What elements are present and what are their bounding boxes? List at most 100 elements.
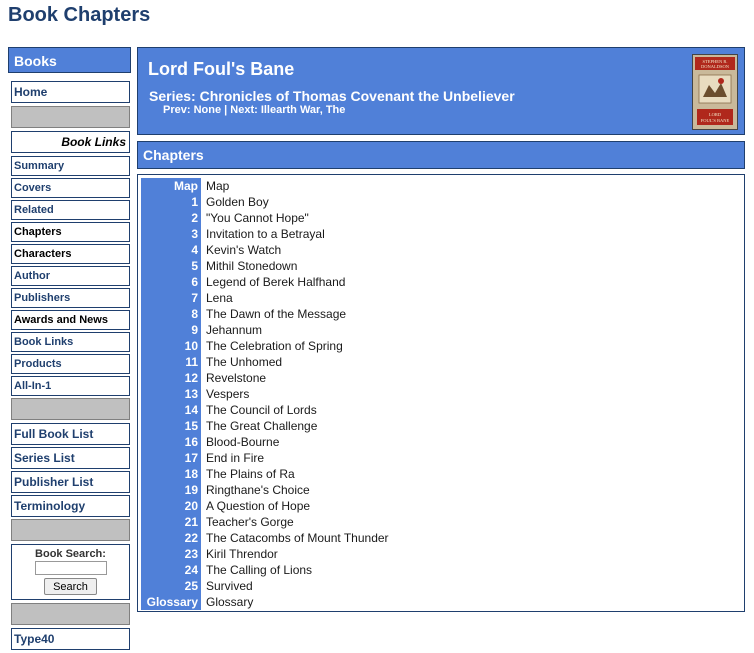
chapter-row: 14 The Council of Lords [141,402,741,418]
chapter-number: 10 [141,338,201,354]
chapter-number: 21 [141,514,201,530]
chapter-number: 20 [141,498,201,514]
chapter-number: 24 [141,562,201,578]
sidebar-link-full-book-list[interactable]: Full Book List [11,423,130,445]
prev-next-nav[interactable]: Prev: None | Next: Illearth War, The [163,104,345,116]
chapter-title: Teacher's Gorge [206,515,294,529]
sidebar-spacer [11,603,130,625]
chapter-row: Map Map [141,178,741,194]
chapter-row: 12 Revelstone [141,370,741,386]
chapter-title: Ringthane's Choice [206,483,310,497]
chapter-number: 6 [141,274,201,290]
chapter-title: The Calling of Lions [206,563,313,577]
series-link[interactable]: Series: Chronicles of Thomas Covenant th… [149,88,515,104]
chapter-number: 25 [141,578,201,594]
chapter-title: The Unhomed [206,355,283,369]
chapter-title: Legend of Berek Halfhand [206,275,346,289]
chapter-number: 12 [141,370,201,386]
sidebar-link-characters[interactable]: Characters [11,244,130,264]
chapter-number: 4 [141,242,201,258]
chapter-number: 15 [141,418,201,434]
chapter-title: Kiril Threndor [206,547,278,561]
chapter-row: 10 The Celebration of Spring [141,338,741,354]
chapter-title: Invitation to a Betrayal [206,227,325,241]
chapter-title: Survived [206,579,253,593]
sidebar-link-publisher-list[interactable]: Publisher List [11,471,130,493]
chapter-number: 8 [141,306,201,322]
chapter-row: 11 The Unhomed [141,354,741,370]
book-search-input[interactable] [34,561,107,575]
chapter-number: 22 [141,530,201,546]
chapter-title: Lena [206,291,233,305]
chapter-title: Blood-Bourne [206,435,280,449]
sidebar-link-chapters[interactable]: Chapters [11,222,130,242]
book-links-heading: Book Links [11,131,130,153]
chapter-title: Vespers [206,387,250,401]
sidebar-link-awards[interactable]: Awards and News [11,310,130,330]
chapter-number: 18 [141,466,201,482]
sidebar-link-products[interactable]: Products [11,354,130,374]
chapter-title: Map [206,179,230,193]
chapter-title: The Great Challenge [206,419,318,433]
sidebar-link-home[interactable]: Home [11,81,130,103]
chapter-row: 1 Golden Boy [141,194,741,210]
chapter-row: 3 Invitation to a Betrayal [141,226,741,242]
chapter-number: 23 [141,546,201,562]
sidebar-spacer [11,398,130,420]
chapter-row: 8 The Dawn of the Message [141,306,741,322]
chapter-row: 16 Blood-Bourne [141,434,741,450]
chapter-row: 2 "You Cannot Hope" [141,210,741,226]
chapter-row: 7 Lena [141,290,741,306]
chapter-title: End in Fire [206,451,265,465]
chapter-number: 2 [141,210,201,226]
chapter-title: The Plains of Ra [206,467,295,481]
chapter-row: 17 End in Fire [141,450,741,466]
chapter-row: 4 Kevin's Watch [141,242,741,258]
chapter-number: 9 [141,322,201,338]
sidebar-link-summary[interactable]: Summary [11,156,130,176]
search-button[interactable]: Search [44,578,97,595]
chapter-title: Glossary [206,595,254,609]
chapter-number: 1 [141,194,201,210]
book-search-label: Book Search: [35,548,106,560]
sidebar: Books Home Book Links Summary Covers Rel… [8,47,131,653]
book-search-box: Book Search: Search [11,544,130,600]
chapter-title: A Question of Hope [206,499,311,513]
book-header-panel: Lord Foul's Bane Series: Chronicles of T… [137,47,745,135]
sidebar-link-series-list[interactable]: Series List [11,447,130,469]
sidebar-link-related[interactable]: Related [11,200,130,220]
chapter-row: 25 Survived [141,578,741,594]
chapter-row: 21 Teacher's Gorge [141,514,741,530]
sidebar-link-publishers[interactable]: Publishers [11,288,130,308]
sidebar-link-covers[interactable]: Covers [11,178,130,198]
chapter-number: 3 [141,226,201,242]
chapter-number: 19 [141,482,201,498]
chapter-row: 22 The Catacombs of Mount Thunder [141,530,741,546]
sidebar-link-all-in-1[interactable]: All-In-1 [11,376,130,396]
chapter-row: 23 Kiril Threndor [141,546,741,562]
chapter-row: 15 The Great Challenge [141,418,741,434]
chapter-title: Kevin's Watch [206,243,282,257]
chapter-row: 19 Ringthane's Choice [141,482,741,498]
chapter-title: Jehannum [206,323,263,337]
chapter-title: Golden Boy [206,195,269,209]
book-cover-image[interactable]: STEPHEN R. DONALDSON LORD FOUL'S BANE [692,54,738,130]
chapter-row: Glossary Glossary [141,594,741,610]
cover-title-line2: FOUL'S BANE [701,118,730,123]
sidebar-link-author[interactable]: Author [11,266,130,286]
chapter-number: Map [141,178,201,194]
sidebar-link-book-links[interactable]: Book Links [11,332,130,352]
chapter-row: 5 Mithil Stonedown [141,258,741,274]
chapter-list-box: Map Map 1 Golden Boy 2 "You Cannot Hope" 3 Invi… [137,174,745,612]
chapter-row: 9 Jehannum [141,322,741,338]
chapter-number: 17 [141,450,201,466]
chapter-row: 18 The Plains of Ra [141,466,741,482]
chapter-number: 14 [141,402,201,418]
page-title: Book Chapters [8,4,151,26]
chapter-number: Glossary [141,594,201,610]
chapter-list: Map Map 1 Golden Boy 2 "You Cannot Hope" 3 Invi… [141,178,741,610]
sidebar-link-terminology[interactable]: Terminology [11,495,130,517]
sidebar-spacer [11,519,130,541]
sidebar-header: Books [8,47,131,73]
chapter-row: 24 The Calling of Lions [141,562,741,578]
